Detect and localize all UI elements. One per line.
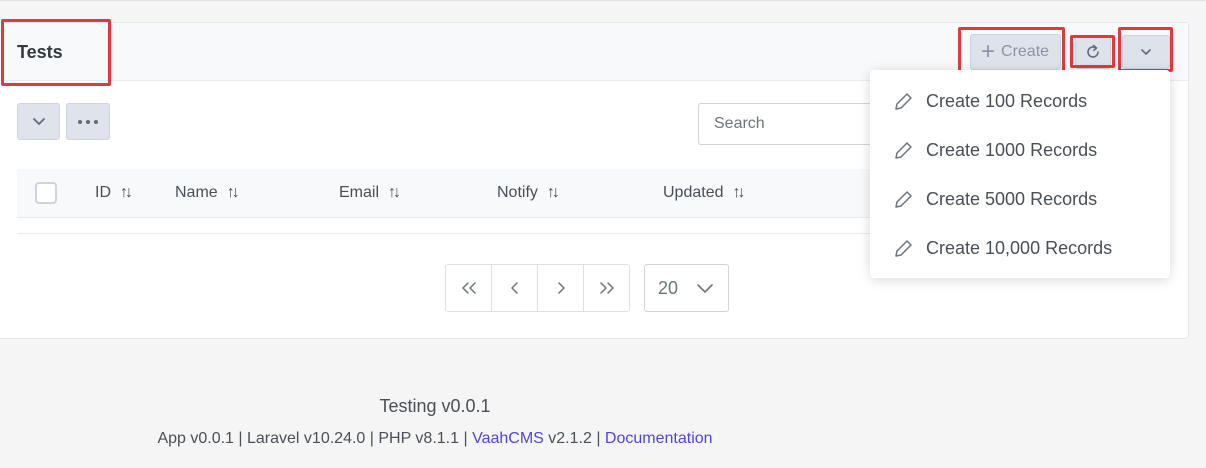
next-page-button[interactable] <box>537 264 584 312</box>
bulk-actions-button[interactable] <box>17 103 60 140</box>
column-label: Name <box>175 184 218 201</box>
column-label: ID <box>95 184 111 201</box>
last-page-icon <box>599 282 614 294</box>
select-all-checkbox[interactable] <box>35 182 57 204</box>
menu-item-create-100[interactable]: Create 100 Records <box>870 77 1170 126</box>
separator: | <box>596 430 601 447</box>
chevron-down-icon <box>1141 49 1151 55</box>
separator: | <box>238 430 243 447</box>
create-button[interactable]: + Create <box>970 34 1061 70</box>
menu-item-label: Create 100 Records <box>926 91 1088 111</box>
column-header-name[interactable]: Name ↑↓ <box>175 184 240 202</box>
sort-icon: ↑↓ <box>546 184 560 201</box>
footer-title: Testing v0.0.1 <box>379 396 491 416</box>
separator: | <box>463 430 468 447</box>
menu-item-create-10000[interactable]: Create 10,000 Records <box>870 224 1170 273</box>
create-button-label: Create <box>1001 43 1050 60</box>
refresh-icon <box>1087 44 1099 58</box>
column-header-notify[interactable]: Notify ↑↓ <box>497 184 560 202</box>
column-label: Notify <box>497 184 538 201</box>
sort-icon: ↑↓ <box>120 184 133 201</box>
column-label: Updated <box>663 184 724 201</box>
column-header-id[interactable]: ID ↑↓ <box>95 184 133 202</box>
footer: Testing v0.0.1 App v0.0.1 | Laravel v10.… <box>0 396 870 447</box>
menu-item-create-1000[interactable]: Create 1000 Records <box>870 126 1170 175</box>
laravel-version: Laravel v10.24.0 <box>247 430 366 447</box>
sort-icon: ↑↓ <box>226 184 240 201</box>
chevron-down-icon <box>697 284 713 293</box>
plus-icon: + <box>981 38 996 65</box>
menu-item-create-5000[interactable]: Create 5000 Records <box>870 175 1170 224</box>
divider <box>17 233 1017 234</box>
app-version: App v0.0.1 <box>157 430 234 447</box>
last-page-button[interactable] <box>583 264 630 312</box>
rows-per-page-select[interactable]: 20 <box>644 264 729 312</box>
prev-page-button[interactable] <box>491 264 538 312</box>
sort-icon: ↑↓ <box>732 184 746 201</box>
search-input[interactable] <box>698 103 898 145</box>
column-label: Email <box>339 184 380 201</box>
rows-per-page-value: 20 <box>658 277 679 298</box>
column-header-updated[interactable]: Updated ↑↓ <box>663 184 746 202</box>
table-header: ID ↑↓ Name ↑↓ Email ↑↓ Notify ↑↓ Updated… <box>17 169 1017 218</box>
pencil-icon <box>895 239 912 257</box>
pencil-icon <box>895 141 912 159</box>
first-page-button[interactable] <box>445 264 492 312</box>
vaahcms-link[interactable]: VaahCMS <box>472 430 544 447</box>
chevron-down-icon <box>32 118 45 125</box>
pencil-icon <box>895 190 912 208</box>
php-version: PHP v8.1.1 <box>378 430 460 447</box>
paginator <box>445 264 630 312</box>
next-page-icon <box>557 282 565 294</box>
refresh-button[interactable] <box>1075 35 1111 69</box>
sort-icon: ↑↓ <box>388 184 401 201</box>
list-options-button[interactable] <box>66 103 110 140</box>
menu-item-label: Create 10,000 Records <box>926 238 1113 258</box>
documentation-link[interactable]: Documentation <box>605 430 713 447</box>
menu-item-label: Create 1000 Records <box>926 140 1098 160</box>
column-header-email[interactable]: Email ↑↓ <box>339 184 401 202</box>
vaahcms-version: v2.1.2 <box>548 430 592 447</box>
first-page-icon <box>461 282 476 294</box>
page-title: Tests <box>17 42 63 62</box>
prev-page-icon <box>510 282 518 294</box>
separator: | <box>369 430 374 447</box>
divider <box>0 0 1206 1</box>
create-records-menu: Create 100 Records Create 1000 Records C… <box>870 70 1170 278</box>
page: Tests + Create Search ID ↑↓ Name ↑↓ Emai… <box>0 0 1206 468</box>
pencil-icon <box>895 92 912 110</box>
menu-item-label: Create 5000 Records <box>926 189 1098 209</box>
more-actions-dropdown-button[interactable] <box>1122 35 1170 69</box>
ellipsis-icon <box>78 119 98 124</box>
footer-meta: App v0.0.1 | Laravel v10.24.0 | PHP v8.1… <box>0 430 870 448</box>
